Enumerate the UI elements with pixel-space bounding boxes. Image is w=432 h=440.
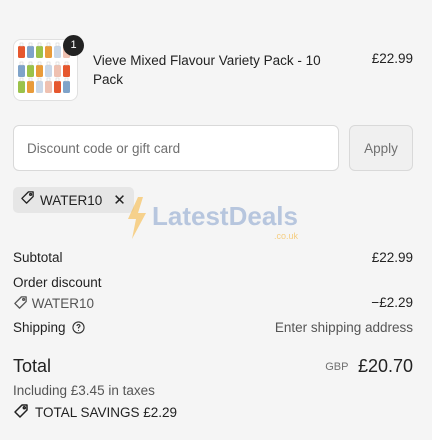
bottle-shape: [45, 46, 52, 58]
bottle-cap-shape: [55, 77, 60, 82]
order-discount-value: −£2.29: [371, 295, 413, 310]
product-price: £22.99: [371, 51, 413, 66]
bottle-cap-shape: [28, 77, 33, 82]
discount-code-input[interactable]: [13, 125, 339, 171]
bottle-cap-shape: [37, 42, 42, 47]
bottle-cap-shape: [37, 77, 42, 82]
svg-text:LatestDeals: LatestDeals: [152, 201, 298, 231]
bottle-cap-shape: [28, 61, 33, 66]
total-value-group: GBP £20.70: [325, 356, 413, 377]
bottle-shape: [63, 65, 70, 77]
bottle-cap-shape: [28, 42, 33, 47]
remove-discount-icon[interactable]: ✕: [113, 193, 126, 208]
shipping-label: Shipping: [13, 320, 66, 335]
bottle-shape: [45, 65, 52, 77]
bottle-shape: [27, 46, 34, 58]
bottle-cap-shape: [46, 42, 51, 47]
order-discount-label: Order discount: [13, 275, 102, 290]
bottle-shape: [18, 81, 25, 93]
watermark-logo: LatestDeals .co.uk: [124, 195, 324, 245]
bottle-cap-shape: [64, 61, 69, 66]
total-amount: £20.70: [357, 356, 413, 376]
currency-code: GBP: [325, 361, 349, 373]
product-thumbnail: 1: [13, 35, 84, 101]
tag-icon: [13, 403, 29, 422]
bottle-shape: [18, 46, 25, 58]
tag-icon: [13, 295, 28, 313]
bottle-shape: [36, 65, 43, 77]
apply-button[interactable]: Apply: [349, 125, 413, 171]
bottle-shape: [36, 46, 43, 58]
bottle-cap-shape: [46, 77, 51, 82]
total-label: Total: [13, 356, 52, 376]
order-discount-code: WATER10: [31, 296, 95, 311]
bottle-shape: [45, 81, 52, 93]
total-savings-row: TOTAL SAVINGS £2.29: [13, 403, 177, 422]
bottle-shape: [18, 65, 25, 77]
bottle-shape: [63, 81, 70, 93]
subtotal-value: £22.99: [371, 250, 413, 265]
product-name: Vieve Mixed Flavour Variety Pack - 10 Pa…: [93, 53, 321, 87]
subtotal-row: Subtotal £22.99: [13, 250, 413, 265]
shipping-value: Enter shipping address: [274, 320, 413, 335]
bottle-cap-shape: [64, 77, 69, 82]
cart-line-item: 1 Vieve Mixed Flavour Variety Pack - 10 …: [13, 35, 413, 101]
bottle-shape: [54, 81, 61, 93]
shipping-row: Shipping Enter shipping address: [13, 320, 413, 337]
taxes-note: Including £3.45 in taxes: [13, 383, 155, 398]
tag-icon: [20, 190, 35, 210]
bottle-cap-shape: [55, 42, 60, 47]
bottle-cap-shape: [46, 61, 51, 66]
bottle-cap-shape: [19, 61, 24, 66]
bottle-shape: [27, 81, 34, 93]
bottle-shape: [54, 46, 61, 58]
bottle-cap-shape: [55, 61, 60, 66]
order-discount-code-row: WATER10 −£2.29: [13, 295, 413, 313]
total-savings-text: TOTAL SAVINGS £2.29: [35, 405, 178, 420]
info-icon[interactable]: [72, 321, 85, 337]
bottle-cap-shape: [19, 77, 24, 82]
quantity-badge: 1: [63, 35, 84, 56]
svg-text:.co.uk: .co.uk: [274, 231, 299, 241]
bottle-shape: [27, 65, 34, 77]
bottle-cap-shape: [37, 61, 42, 66]
subtotal-label: Subtotal: [13, 250, 63, 265]
applied-discount-chip: WATER10 ✕: [13, 187, 134, 213]
applied-code-label: WATER10: [40, 192, 103, 208]
bottle-cap-shape: [19, 42, 24, 47]
discount-form: Apply: [13, 125, 413, 171]
order-discount-row: Order discount: [13, 275, 413, 290]
bottle-shape: [54, 65, 61, 77]
bottle-shape: [36, 81, 43, 93]
